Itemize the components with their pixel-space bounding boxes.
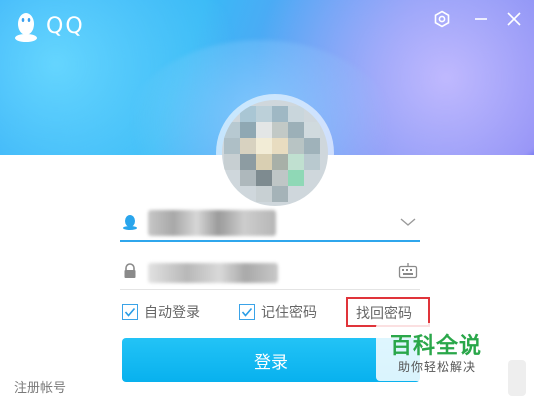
qq-penguin-icon xyxy=(15,13,37,42)
keyboard-icon xyxy=(398,263,418,279)
remember-password-option[interactable]: 记住密码 xyxy=(239,302,317,322)
account-input-row[interactable] xyxy=(120,206,420,242)
remember-password-label: 记住密码 xyxy=(261,305,317,321)
account-input[interactable] xyxy=(148,210,276,236)
qq-login-window: QQ 自动登录 记住密码 找回密码 登录 注册帐号 百科全说 助你轻松解决 xyxy=(0,0,534,406)
watermark-title: 百科全说 xyxy=(390,334,483,359)
account-dropdown-button[interactable] xyxy=(398,212,418,232)
app-logo: QQ xyxy=(14,10,85,42)
checkmark-icon xyxy=(241,307,253,317)
auto-login-label: 自动登录 xyxy=(144,305,200,321)
soft-keyboard-button[interactable] xyxy=(398,261,418,281)
auto-login-option[interactable]: 自动登录 xyxy=(122,302,200,322)
chevron-down-icon xyxy=(400,218,416,226)
watermark-subtitle: 助你轻松解决 xyxy=(398,360,477,374)
minimize-icon xyxy=(475,18,487,20)
find-password-link[interactable]: 找回密码 xyxy=(356,303,412,323)
lock-icon xyxy=(124,263,136,278)
qq-user-icon xyxy=(123,215,137,230)
gear-icon xyxy=(434,10,450,28)
settings-button[interactable] xyxy=(431,8,453,30)
auto-login-checkbox[interactable] xyxy=(122,304,138,320)
minimize-button[interactable] xyxy=(470,8,492,30)
avatar[interactable] xyxy=(222,100,328,206)
remember-password-checkbox[interactable] xyxy=(239,304,255,320)
app-title: QQ xyxy=(46,13,85,39)
close-button[interactable] xyxy=(503,8,525,30)
close-icon xyxy=(507,12,521,26)
checkmark-icon xyxy=(124,307,136,317)
register-account-link[interactable]: 注册帐号 xyxy=(14,377,66,396)
password-input[interactable] xyxy=(148,263,278,283)
qr-login-tab[interactable] xyxy=(508,360,526,396)
password-input-row[interactable] xyxy=(120,255,420,290)
